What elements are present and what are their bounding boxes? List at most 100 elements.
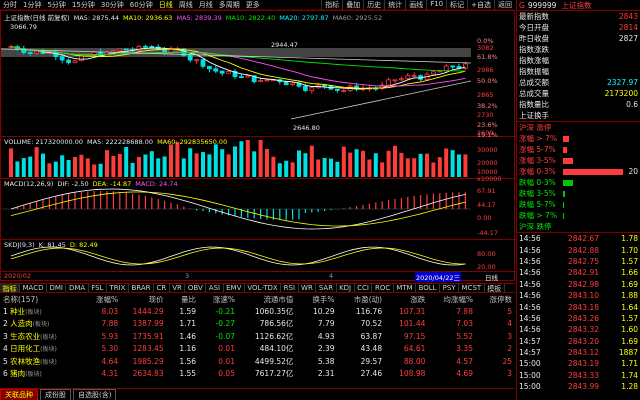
indicator-tab[interactable]: SAR	[316, 284, 337, 292]
indicator-tab[interactable]: VOL-TDX	[245, 284, 282, 292]
period-tab[interactable]: 1分钟	[20, 0, 44, 10]
column-header[interactable]: 流通市值	[238, 294, 296, 305]
tick-row[interactable]: 14:57 2843.12 1887	[517, 347, 640, 358]
column-header[interactable]: 涨跌	[385, 294, 428, 305]
volume-bar	[329, 158, 333, 177]
volume-bar	[437, 157, 442, 177]
table-cell: 1444.29	[132, 306, 164, 316]
column-header[interactable]: 涨速%	[199, 294, 238, 305]
bottom-tab[interactable]: 自选股(含)	[73, 388, 117, 400]
column-header[interactable]: 涨停数	[476, 294, 515, 305]
toolbar-button[interactable]: 画线	[405, 0, 426, 10]
tick-row[interactable]: 14:56 2843.10 1.88	[517, 290, 640, 301]
bottom-tab[interactable]: 成份股	[40, 388, 71, 400]
toolbar-button[interactable]: +自选	[467, 0, 494, 10]
toolbar-button[interactable]: 指标	[321, 0, 342, 10]
tick-row[interactable]: 14:56 2842.88 1.70	[517, 244, 640, 255]
period-tab[interactable]: 15分钟	[69, 0, 98, 10]
column-header[interactable]: 均涨幅%	[428, 294, 476, 305]
indicator-tab[interactable]: MACD	[20, 284, 47, 292]
candle-up	[34, 50, 39, 54]
table-cell: 3	[507, 331, 512, 341]
indicator-tab[interactable]: 模板	[485, 284, 505, 292]
legend-item: DIF: -2.50	[57, 180, 89, 188]
tick-row[interactable]: 15:00 2843.99 1.28	[517, 381, 640, 392]
tick-row[interactable]: 14:56 2842.67 1.78	[517, 233, 640, 244]
indicator-tab[interactable]: ASI	[206, 284, 224, 292]
macd-legend: MACD(12,26,9) DIF: -2.50 DEA: -14.87 MACD: …	[4, 180, 182, 188]
table-cell: 63.87	[360, 331, 383, 341]
indicator-tab[interactable]: DMI	[47, 284, 67, 292]
tick-row[interactable]: 15:00 2843.33 1.74	[517, 370, 640, 381]
period-tab[interactable]: 多周期	[216, 0, 243, 10]
column-header[interactable]: 涨幅%	[82, 294, 121, 305]
table-row[interactable]: 1 种业(板块) 8.03 1444.29 1.59 -0.21 1060.35亿 10.2…	[0, 305, 515, 318]
indicator-tab[interactable]: BOLL	[416, 284, 441, 292]
indicator-tab[interactable]: FSL	[89, 284, 107, 292]
breadth-bar	[563, 201, 564, 208]
toolbar-button[interactable]: 标记	[446, 0, 467, 10]
indicator-tab[interactable]: VR	[170, 284, 186, 292]
quote-list: 最新指数 2843 今日开盘 2814 昨日收盘 2827 指数涨跌 指数涨幅 指数振幅 总成交额…	[517, 11, 640, 121]
indicator-tab[interactable]: ROC	[372, 284, 394, 292]
toolbar-button[interactable]: 历史	[363, 0, 384, 10]
period-tab[interactable]: 60分钟	[127, 0, 156, 10]
candle-up	[411, 75, 417, 78]
table-row[interactable]: 3 生态农业(板块) 5.93 1735.91 1.46 -0.07 1126.62亿 4.…	[0, 330, 515, 343]
indicator-tab[interactable]: CCI	[355, 284, 373, 292]
indicator-tab[interactable]: MTM	[394, 284, 417, 292]
table-cell: 0.01	[218, 344, 235, 354]
period-tab[interactable]: 周线	[176, 0, 196, 10]
indicator-tab[interactable]: KDJ	[337, 284, 355, 292]
indicator-tab[interactable]: CR	[154, 284, 170, 292]
tick-row[interactable]: 15:00 2843.19 1.71	[517, 358, 640, 369]
column-header[interactable]: 换手%	[296, 294, 337, 305]
period-tab[interactable]: 月线	[196, 0, 216, 10]
table-cell: 7617.27亿	[254, 369, 294, 379]
tick-volume: 1.88	[621, 291, 638, 301]
bottom-tab[interactable]: 关联品种	[0, 388, 38, 400]
tick-row[interactable]: 14:57 2843.20 1.69	[517, 336, 640, 347]
tick-row[interactable]: 14:56 2843.18 1.64	[517, 301, 640, 312]
table-row[interactable]: 6 猪肉(板块) 4.31 2634.83 1.55 0.05 7617.27亿 2.31 2…	[0, 368, 515, 381]
toolbar-button[interactable]: 叠加	[342, 0, 363, 10]
volume-bar	[60, 155, 65, 177]
toolbar-button[interactable]: 统计	[384, 0, 405, 10]
column-header[interactable]: 量比	[167, 294, 199, 305]
toolbar-button[interactable]: 返回	[494, 0, 515, 10]
column-header[interactable]: 市盈(动)	[338, 294, 386, 305]
indicator-tab[interactable]: DMA	[66, 284, 89, 292]
period-tab[interactable]: 分时	[0, 0, 20, 10]
indicator-tab[interactable]: TRIX	[107, 284, 129, 292]
indicator-tab[interactable]: OBV	[185, 284, 207, 292]
tick-price: 2843.32	[567, 325, 599, 335]
indicator-tab[interactable]: BRAR	[129, 284, 154, 292]
table-row[interactable]: 2 人造肉(板块) 7.88 1387.99 1.71 -0.27 786.56亿 7.79…	[0, 318, 515, 331]
indicator-tab[interactable]: PSY	[440, 284, 460, 292]
period-tab[interactable]: 30分钟	[98, 0, 127, 10]
tick-price: 2842.67	[567, 234, 599, 244]
indicator-tab[interactable]: EMV	[224, 284, 245, 292]
indicator-tab[interactable]: WR	[299, 284, 317, 292]
tick-row[interactable]: 14:56 2842.91 1.66	[517, 267, 640, 278]
table-cell: 786.56亿	[259, 319, 294, 329]
toolbar-button[interactable]: F10	[426, 0, 446, 10]
sector-tag: (板块)	[40, 333, 57, 341]
tick-row[interactable]: 14:56 2843.26 1.57	[517, 313, 640, 324]
period-tab[interactable]: 5分钟	[44, 0, 68, 10]
table-row[interactable]: 5 农林牧渔(板块) 4.64 1985.29 1.56 0.01 4499.52亿 5.3…	[0, 355, 515, 368]
tick-row[interactable]: 14:56 2842.75 1.57	[517, 256, 640, 267]
chart-area[interactable]: 上证指数(日线 前复权) MA5: 2875.44 MA10: 2936.63 MA5…	[0, 10, 516, 282]
tick-row[interactable]: 14:56 2842.98 1.69	[517, 279, 640, 290]
indicator-tab[interactable]: MCST	[459, 284, 485, 292]
tick-list[interactable]: 14:56 2842.67 1.78 14:56 2842.88 1.70 14:56 284…	[517, 233, 640, 392]
column-header[interactable]: 名称(157)	[0, 294, 82, 305]
tick-row[interactable]: 14:56 2843.32 1.60	[517, 324, 640, 335]
period-tab[interactable]: 日线	[156, 0, 176, 10]
indicator-tab[interactable]: RSI	[281, 284, 299, 292]
volume-bar	[47, 163, 52, 177]
period-tab[interactable]: 更多	[243, 0, 263, 10]
table-row[interactable]: 4 日用化工(板块) 5.30 1283.45 1.16 0.01 484.10亿 2.39…	[0, 343, 515, 356]
column-header[interactable]: 现价	[121, 294, 166, 305]
indicator-tab[interactable]: 指标	[0, 284, 20, 292]
